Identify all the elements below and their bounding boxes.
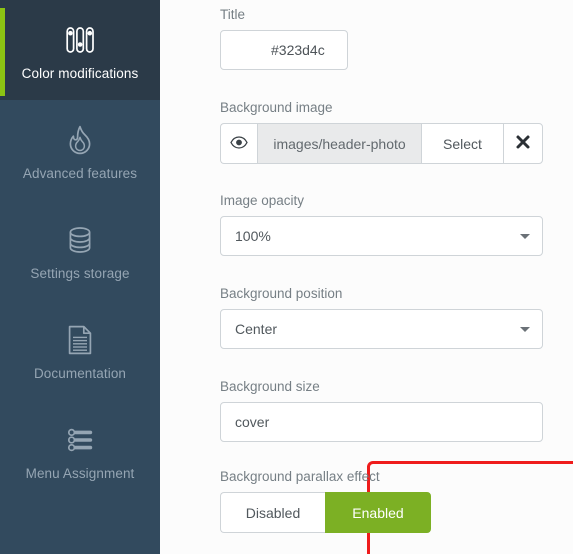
background-size-input[interactable]: cover [220, 402, 543, 443]
field-label-image-opacity: Image opacity [220, 193, 305, 208]
list-sliders-icon [63, 420, 97, 460]
field-background-size: Background size cover [220, 379, 543, 443]
database-icon [63, 220, 97, 260]
sidebar-item-documentation[interactable]: Documentation [0, 300, 160, 400]
background-position-value: Center [235, 321, 278, 338]
parallax-enabled-button[interactable]: Enabled [325, 492, 431, 534]
field-background-position: Background position Center [220, 286, 543, 350]
sidebar-item-label: Documentation [33, 365, 127, 381]
sidebar-item-advanced-features[interactable]: Advanced features [0, 100, 160, 200]
clear-image-button[interactable] [503, 123, 543, 165]
document-icon [63, 320, 97, 360]
background-position-select[interactable]: Center [220, 309, 543, 350]
select-image-button[interactable]: Select [421, 123, 503, 165]
app-window: Color modifications Advanced features Se… [0, 0, 573, 554]
field-background-image: Background image images/header-photo Sel… [220, 100, 543, 165]
sidebar-item-settings-storage[interactable]: Settings storage [0, 200, 160, 300]
field-label-background-parallax: Background parallax effect [220, 469, 380, 484]
title-color-input[interactable]: #323d4c [220, 30, 348, 71]
flame-icon [63, 120, 97, 160]
close-icon [515, 134, 531, 153]
eye-icon [230, 136, 248, 152]
sidebar-item-label: Advanced features [22, 165, 138, 181]
preview-image-button[interactable] [220, 123, 257, 165]
image-opacity-select[interactable]: 100% [220, 216, 543, 257]
background-image-path[interactable]: images/header-photo [257, 123, 421, 165]
sidebar-item-label: Color modifications [21, 65, 139, 81]
field-title: Title #323d4c [220, 7, 543, 71]
field-label-background-image: Background image [220, 100, 333, 115]
background-parallax-toggle: Disabled Enabled [220, 492, 431, 534]
title-color-value: #323d4c [271, 42, 325, 59]
background-image-input-group: images/header-photo Select [220, 123, 543, 165]
field-label-background-position: Background position [220, 286, 343, 301]
active-accent-bar [0, 8, 5, 96]
sidebar: Color modifications Advanced features Se… [0, 0, 160, 554]
parallax-disabled-button[interactable]: Disabled [220, 492, 325, 534]
image-opacity-value: 100% [235, 228, 271, 245]
sidebar-item-color-modifications[interactable]: Color modifications [0, 0, 160, 100]
sliders-icon [63, 20, 97, 60]
settings-form: Title #323d4c Background image images/he… [160, 0, 573, 554]
sidebar-item-menu-assignment[interactable]: Menu Assignment [0, 400, 160, 500]
field-label-background-size: Background size [220, 379, 320, 394]
chevron-down-icon [520, 327, 530, 333]
field-image-opacity: Image opacity 100% [220, 193, 543, 257]
color-swatch[interactable] [226, 35, 260, 65]
field-label-title: Title [220, 7, 246, 22]
sidebar-item-label: Settings storage [30, 265, 130, 281]
sidebar-item-label: Menu Assignment [25, 465, 135, 481]
chevron-down-icon [520, 234, 530, 240]
background-size-value: cover [235, 414, 270, 431]
field-background-parallax: Background parallax effect Disabled Enab… [220, 469, 435, 534]
